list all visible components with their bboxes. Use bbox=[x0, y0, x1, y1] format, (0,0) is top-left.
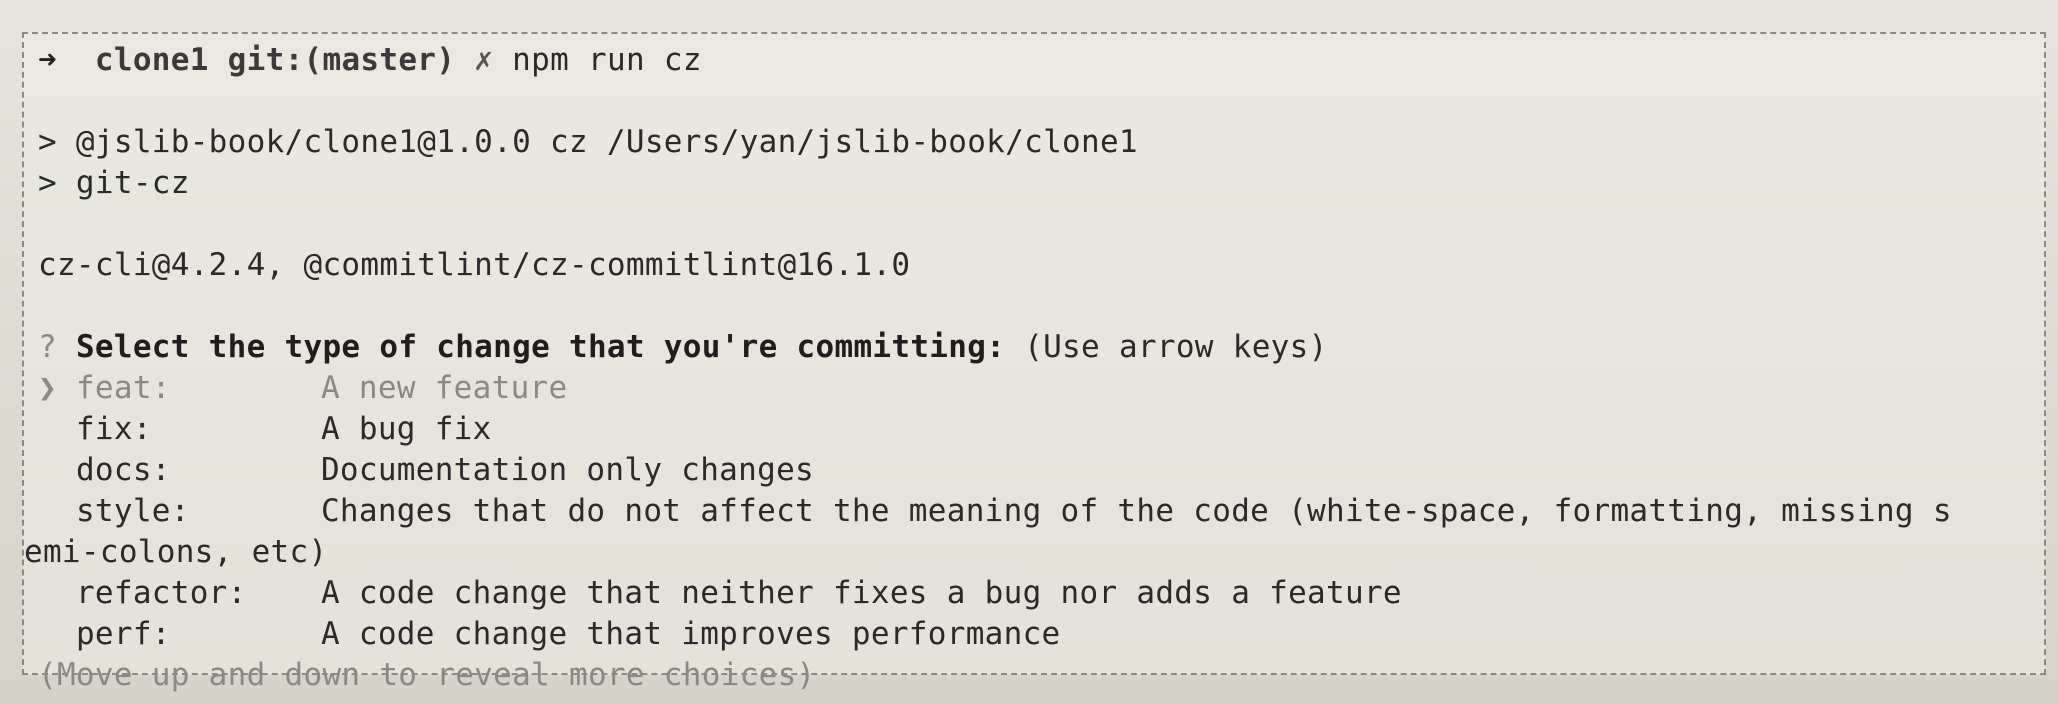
choice-name: style: bbox=[75, 493, 190, 529]
choice-item-perf[interactable]: perf: A code change that improves perform… bbox=[38, 614, 2044, 655]
choice-description: A bug fix bbox=[320, 411, 492, 447]
dirty-marker-icon: ✗ bbox=[474, 42, 494, 78]
choice-name: perf: bbox=[75, 616, 171, 652]
choice-item-fix[interactable]: fix: A bug fix bbox=[38, 409, 2044, 450]
prompt-directory: clone1 bbox=[94, 42, 209, 78]
prompt-command: npm run cz bbox=[512, 42, 702, 78]
choice-name: feat: bbox=[75, 370, 171, 406]
question-text: Select the type of change that you're co… bbox=[75, 329, 1006, 365]
choice-item-style[interactable]: style: Changes that do not affect the mea… bbox=[38, 491, 2044, 532]
choice-description: Changes that do not affect the meaning o… bbox=[320, 493, 1952, 529]
terminal-window[interactable]: ➜ clone1 git:(master) ✗ npm run cz > @js… bbox=[22, 32, 2046, 693]
npm-output-line-2: > git-cz bbox=[38, 165, 190, 201]
choice-name: fix: bbox=[75, 411, 152, 447]
selection-pointer-icon: ❯ bbox=[38, 370, 57, 406]
choice-description: A code change that improves performance bbox=[320, 616, 1061, 652]
choice-name: refactor: bbox=[75, 575, 247, 611]
npm-output-line-1: > @jslib-book/clone1@1.0.0 cz /Users/yan… bbox=[38, 124, 1138, 160]
choice-item-feat[interactable]: ❯ feat: A new feature bbox=[38, 368, 2044, 409]
version-line: cz-cli@4.2.4, @commitlint/cz-commitlint@… bbox=[38, 247, 911, 283]
choice-description: A new feature bbox=[320, 370, 568, 406]
prompt-arrow-icon: ➜ bbox=[38, 42, 57, 78]
question-hint: (Use arrow keys) bbox=[1024, 329, 1328, 365]
choice-item-refactor[interactable]: refactor: A code change that neither fixe… bbox=[38, 573, 2044, 614]
choice-item-docs[interactable]: docs: Documentation only changes bbox=[38, 450, 2044, 491]
choice-description-wrap: emi-colons, etc) bbox=[24, 534, 328, 570]
footer-hint: (Move up and down to reveal more choices… bbox=[38, 657, 816, 693]
choice-description: Documentation only changes bbox=[320, 452, 814, 488]
choice-description: A code change that neither fixes a bug n… bbox=[320, 575, 1402, 611]
question-line: ? Select the type of change that you're … bbox=[38, 327, 2044, 368]
question-marker-icon: ? bbox=[38, 329, 57, 365]
choice-name: docs: bbox=[75, 452, 171, 488]
command-prompt-line: ➜ clone1 git:(master) ✗ npm run cz bbox=[38, 40, 2044, 81]
prompt-git-branch: git:(master) bbox=[227, 42, 456, 78]
